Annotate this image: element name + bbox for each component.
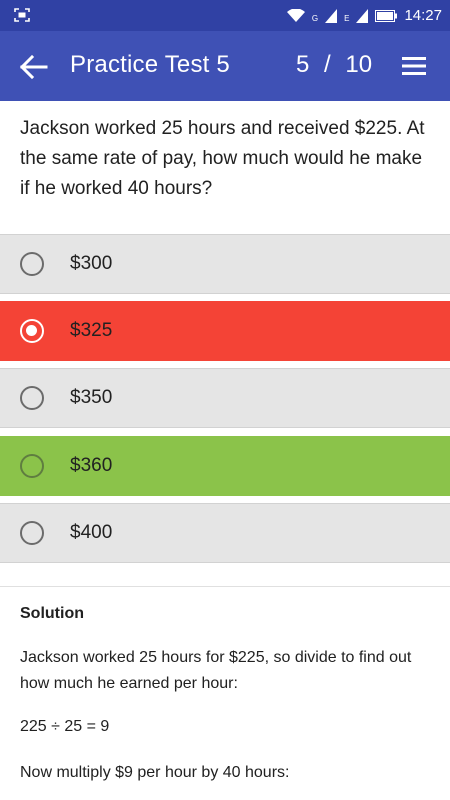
solution-line: Jackson worked 25 hours for $225, so div… [20,649,412,692]
option-label: $300 [70,253,113,274]
option-325[interactable]: $325 [0,301,450,361]
network-e-label: E [344,14,350,23]
signal-icon [325,8,338,23]
solution-equation: 225 ÷ 25 = 9 [20,718,110,735]
option-300[interactable]: $300 [0,234,450,294]
progress-separator: / [324,51,331,78]
option-400[interactable]: $400 [0,503,450,563]
network-g-label: G [311,14,319,23]
solution-title: Solution [20,605,84,622]
radio-icon[interactable] [20,521,44,545]
option-label: $400 [70,522,113,543]
status-bar: G E 14:27 [0,0,450,31]
radio-selected-icon[interactable] [20,319,44,343]
question-progress: 5 / 10 [296,51,372,79]
current-question: 5 [296,51,310,78]
radio-icon[interactable] [20,386,44,410]
battery-icon [375,9,398,22]
question-text: Jackson worked 25 hours and received $22… [20,118,425,199]
solution-line: Now multiply $9 per hour by 40 hours: [20,764,290,781]
radio-icon[interactable] [20,454,44,478]
menu-icon[interactable] [400,55,430,77]
back-arrow-icon[interactable] [18,53,50,81]
radio-icon[interactable] [20,252,44,276]
signal-icon-2 [356,8,369,23]
wifi-icon [286,8,305,22]
option-label: $325 [70,320,113,341]
app-bar: Practice Test 5 5 / 10 [0,31,450,101]
option-350[interactable]: $350 [0,368,450,428]
page-title: Practice Test 5 [70,51,230,78]
option-label: $360 [70,455,113,476]
option-360[interactable]: $360 [0,436,450,496]
status-time: 14:27 [404,7,442,24]
divider [0,586,450,587]
option-label: $350 [70,387,113,408]
screen-capture-icon [14,8,30,22]
total-questions: 10 [345,51,373,78]
